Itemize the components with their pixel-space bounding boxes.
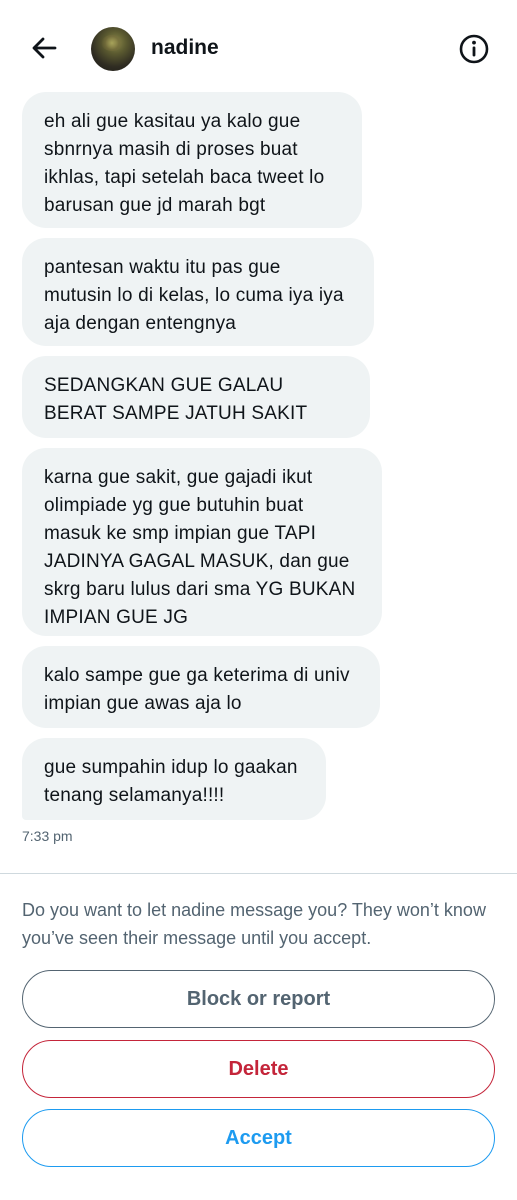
- avatar[interactable]: [91, 27, 135, 71]
- message-text: gue sumpahin idup lo gaakan tenang selam…: [44, 757, 298, 806]
- message-request-prompt: Do you want to let nadine message you? T…: [22, 900, 486, 948]
- message-bubble[interactable]: kalo sampe gue ga keterima di univ impia…: [22, 646, 380, 728]
- message-bubble[interactable]: gue sumpahin idup lo gaakan tenang selam…: [22, 738, 326, 820]
- delete-label: Delete: [228, 1057, 289, 1080]
- message-timestamp: 7:33 pm: [22, 828, 73, 844]
- message-text: SEDANGKAN GUE GALAU BERAT SAMPE JATUH SA…: [44, 375, 308, 424]
- message-bubble[interactable]: SEDANGKAN GUE GALAU BERAT SAMPE JATUH SA…: [22, 356, 370, 438]
- message-text: eh ali gue kasitau ya kalo gue sbnrnya m…: [44, 111, 325, 216]
- arrow-left-icon: [32, 37, 57, 59]
- block-or-report-label: Block or report: [186, 987, 331, 1010]
- message-text: pantesan waktu itu pas gue mutusin lo di…: [44, 257, 344, 334]
- message-text: kalo sampe gue ga keterima di univ impia…: [44, 665, 350, 714]
- conversation-header: nadine: [0, 0, 517, 96]
- block-or-report-button[interactable]: Block or report: [22, 970, 495, 1028]
- message-bubble[interactable]: eh ali gue kasitau ya kalo gue sbnrnya m…: [22, 92, 362, 228]
- message-text: karna gue sakit, gue gajadi ikut olimpia…: [44, 467, 356, 628]
- divider: [0, 873, 517, 874]
- info-circle-icon: [459, 34, 489, 64]
- info-button[interactable]: [458, 33, 490, 65]
- accept-button[interactable]: Accept: [22, 1109, 495, 1167]
- delete-button[interactable]: Delete: [22, 1040, 495, 1098]
- conversation-username[interactable]: nadine: [151, 36, 219, 60]
- back-button[interactable]: [28, 32, 60, 64]
- message-bubble[interactable]: pantesan waktu itu pas gue mutusin lo di…: [22, 238, 374, 346]
- accept-label: Accept: [225, 1126, 292, 1149]
- message-bubble[interactable]: karna gue sakit, gue gajadi ikut olimpia…: [22, 448, 382, 636]
